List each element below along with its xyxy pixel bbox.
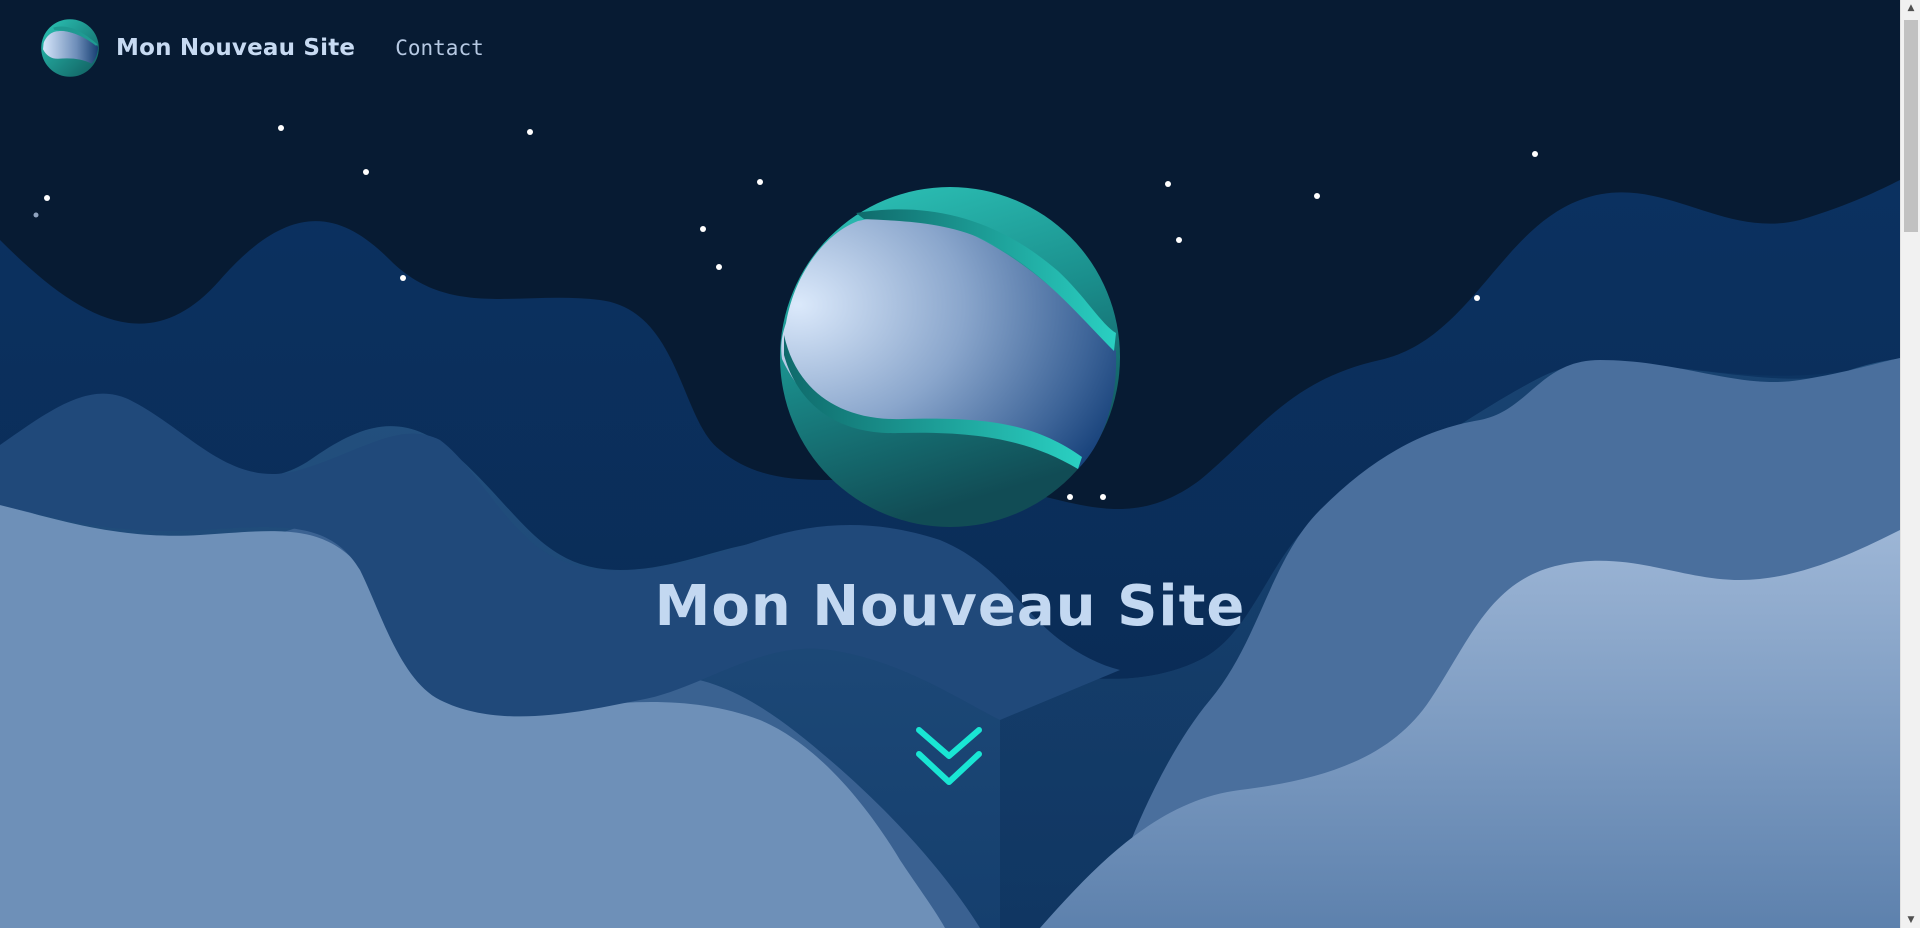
star: [1176, 237, 1182, 243]
brand-title[interactable]: Mon Nouveau Site: [116, 35, 355, 61]
star: [527, 129, 533, 135]
star: [757, 179, 763, 185]
star: [1165, 181, 1171, 187]
scrollbar-thumb[interactable]: [1904, 20, 1918, 232]
hero-title: Mon Nouveau Site: [654, 574, 1246, 639]
site-logo-icon[interactable]: [40, 18, 100, 78]
star: [363, 169, 369, 175]
page: Mon Nouveau Site Contact Mon Nouveau Sit…: [0, 0, 1900, 928]
star: [44, 195, 50, 201]
star: [400, 275, 406, 281]
navbar: Mon Nouveau Site Contact: [40, 18, 484, 78]
nav-link-contact[interactable]: Contact: [395, 36, 484, 60]
star: [33, 212, 39, 218]
star: [716, 264, 722, 270]
hero-logo-icon: [780, 187, 1120, 527]
star: [1314, 193, 1320, 199]
vertical-scrollbar[interactable]: ▲ ▼: [1900, 0, 1920, 928]
star: [700, 226, 706, 232]
star: [1532, 151, 1538, 157]
double-chevron-down-icon[interactable]: [913, 722, 985, 792]
star: [1474, 295, 1480, 301]
scroll-down-arrow-icon[interactable]: ▼: [1901, 912, 1920, 928]
star: [278, 125, 284, 131]
scroll-up-arrow-icon[interactable]: ▲: [1901, 0, 1920, 16]
